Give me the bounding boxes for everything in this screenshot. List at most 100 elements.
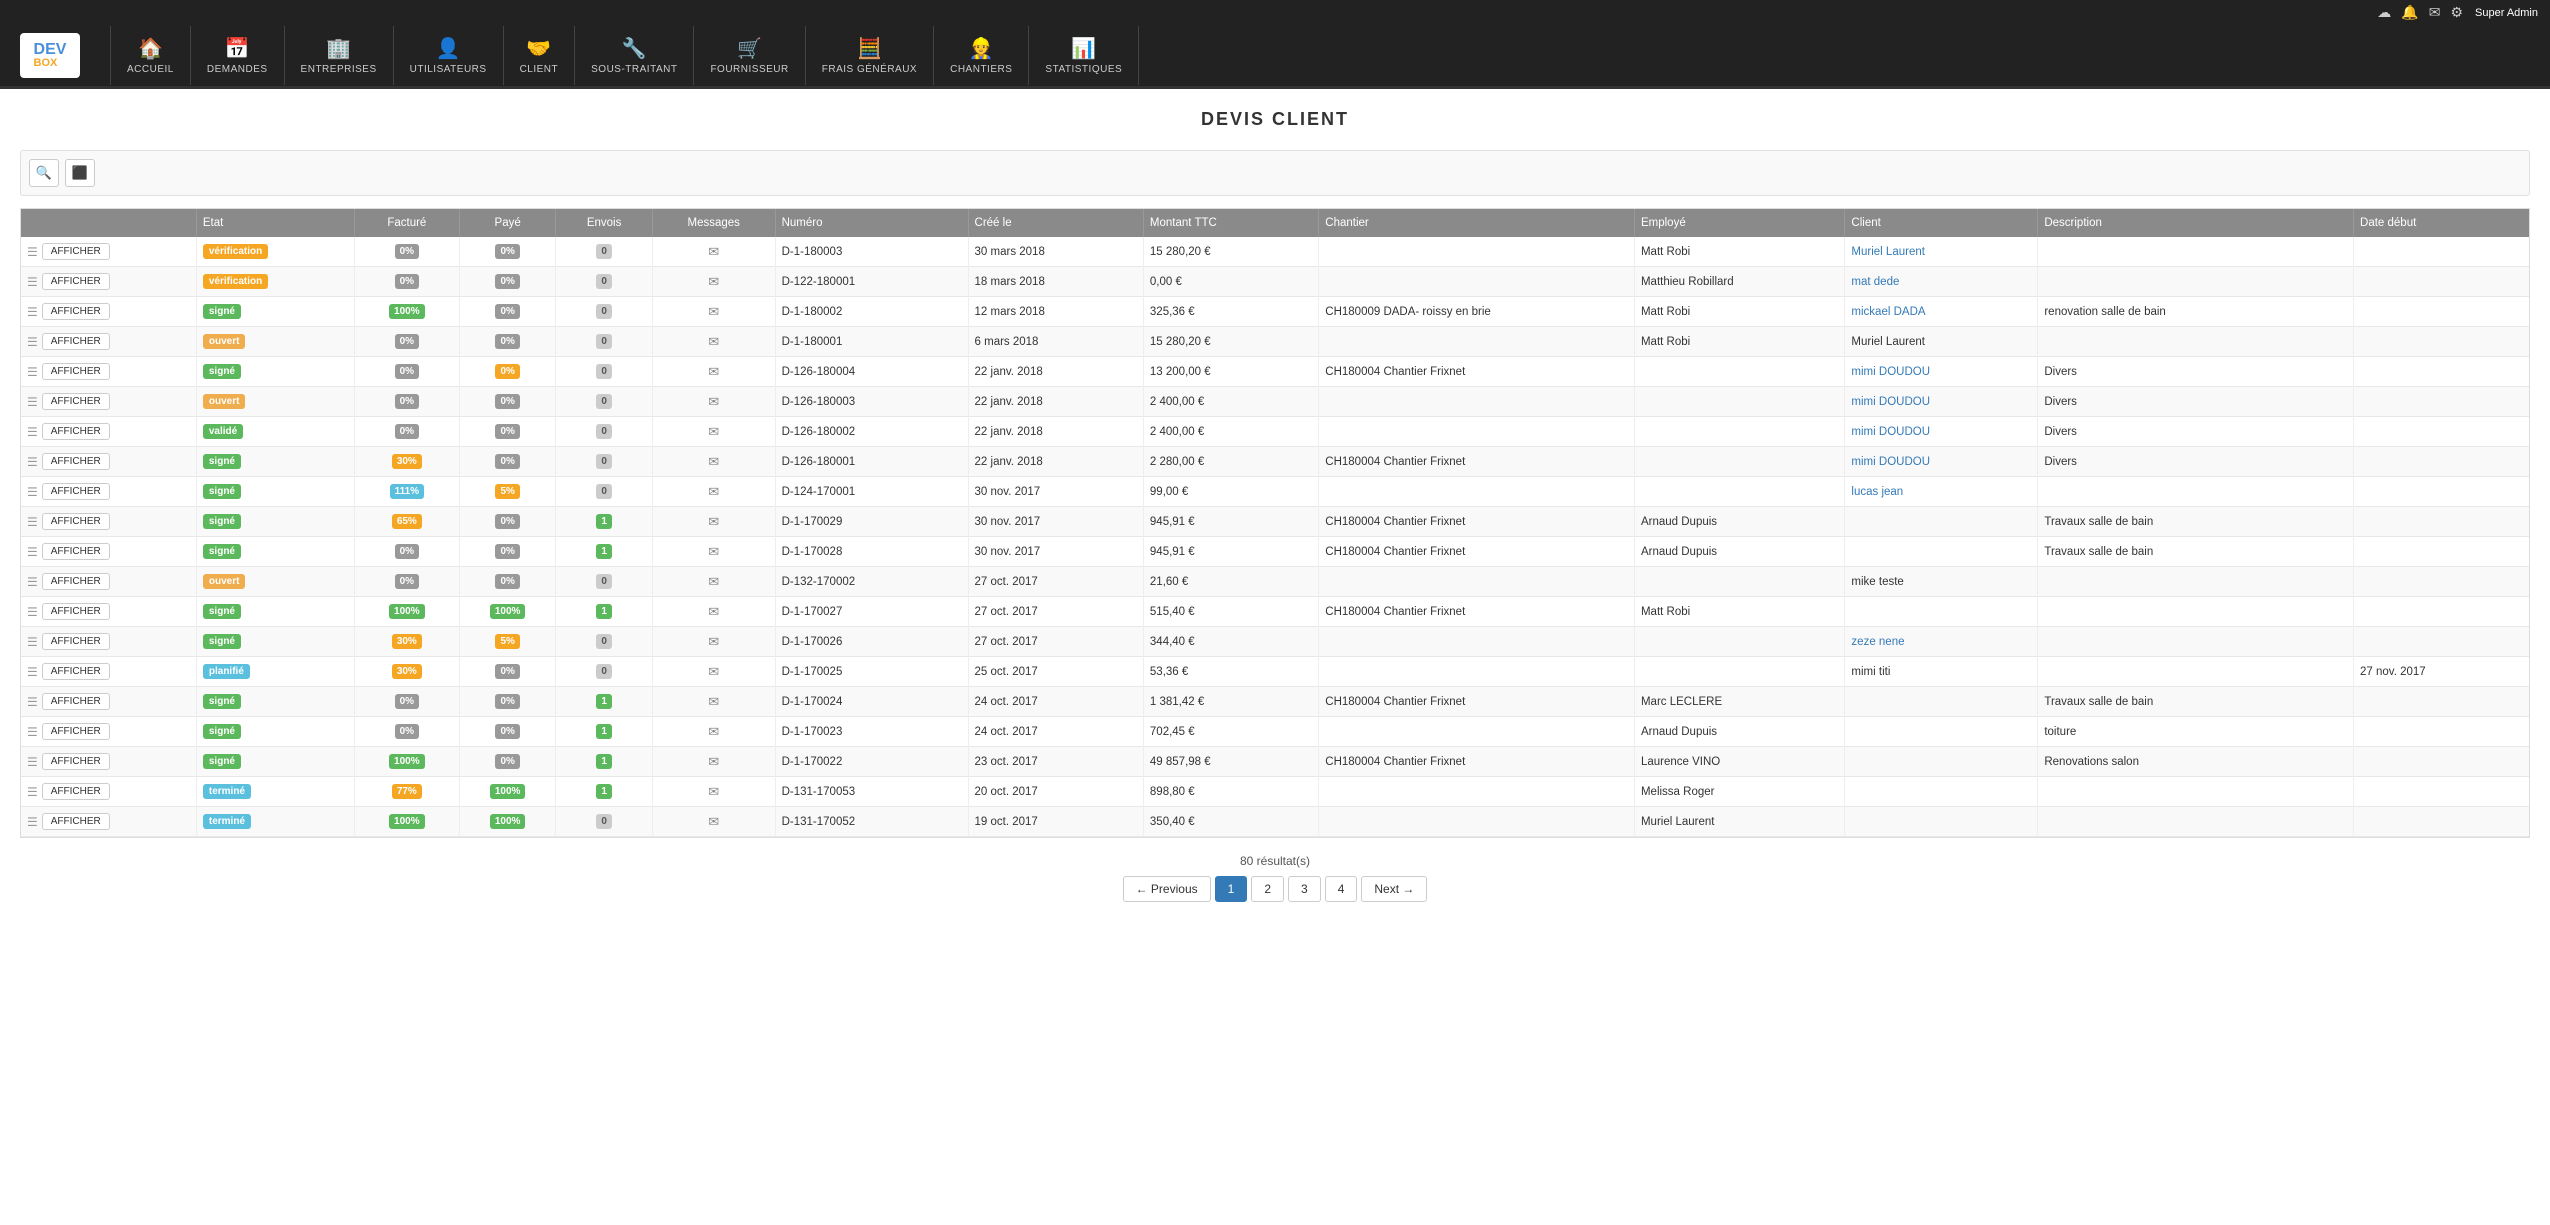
row-menu-icon[interactable]: ☰ (27, 785, 38, 799)
row-menu-icon[interactable]: ☰ (27, 455, 38, 469)
message-icon[interactable]: ✉ (708, 784, 719, 799)
afficher-button[interactable]: AFFICHER (42, 573, 110, 590)
chantier-cell: CH180004 Chantier Frixnet (1319, 597, 1635, 627)
afficher-button[interactable]: AFFICHER (42, 513, 110, 530)
nav-item-frais-generaux[interactable]: 🧮 FRAIS GÉNÉRAUX (806, 26, 934, 85)
afficher-button[interactable]: AFFICHER (42, 543, 110, 560)
row-menu-icon[interactable]: ☰ (27, 665, 38, 679)
client-link[interactable]: mimi DOUDOU (1851, 396, 1930, 408)
nav-item-demandes[interactable]: 📅 DEMANDES (191, 26, 285, 85)
envois-badge: 0 (596, 274, 612, 289)
date-debut-cell (2354, 507, 2529, 537)
row-menu-icon[interactable]: ☰ (27, 755, 38, 769)
client-link[interactable]: mimi DOUDOU (1851, 426, 1930, 438)
row-menu-icon[interactable]: ☰ (27, 425, 38, 439)
row-menu-icon[interactable]: ☰ (27, 815, 38, 829)
row-menu-icon[interactable]: ☰ (27, 395, 38, 409)
row-menu-icon[interactable]: ☰ (27, 485, 38, 499)
row-menu-icon[interactable]: ☰ (27, 365, 38, 379)
cree-cell: 30 mars 2018 (968, 237, 1143, 267)
row-menu-icon[interactable]: ☰ (27, 335, 38, 349)
row-menu-icon[interactable]: ☰ (27, 575, 38, 589)
client-link[interactable]: lucas jean (1851, 486, 1903, 498)
paye-badge: 0% (495, 304, 519, 319)
message-icon[interactable]: ✉ (708, 604, 719, 619)
nav-item-fournisseur[interactable]: 🛒 FOURNISSEUR (694, 26, 805, 85)
afficher-button[interactable]: AFFICHER (42, 423, 110, 440)
afficher-button[interactable]: AFFICHER (42, 483, 110, 500)
row-menu-icon[interactable]: ☰ (27, 275, 38, 289)
row-menu-icon[interactable]: ☰ (27, 245, 38, 259)
message-icon[interactable]: ✉ (708, 454, 719, 469)
message-icon[interactable]: ✉ (708, 334, 719, 349)
message-icon[interactable]: ✉ (708, 364, 719, 379)
message-icon[interactable]: ✉ (708, 574, 719, 589)
table-row: ☰ AFFICHER signé0%0%1✉D-1-17002324 oct. … (21, 717, 2529, 747)
afficher-button[interactable]: AFFICHER (42, 303, 110, 320)
nav-item-entreprises[interactable]: 🏢 ENTREPRISES (285, 26, 394, 85)
message-icon[interactable]: ✉ (708, 754, 719, 769)
afficher-button[interactable]: AFFICHER (42, 363, 110, 380)
afficher-button[interactable]: AFFICHER (42, 813, 110, 830)
row-menu-icon[interactable]: ☰ (27, 545, 38, 559)
afficher-button[interactable]: AFFICHER (42, 243, 110, 260)
client-link[interactable]: Muriel Laurent (1851, 246, 1925, 258)
mail-icon[interactable]: ✉ (2429, 4, 2441, 21)
gear-icon[interactable]: ⚙ (2450, 4, 2463, 21)
message-icon[interactable]: ✉ (708, 664, 719, 679)
message-icon[interactable]: ✉ (708, 244, 719, 259)
row-menu-icon[interactable]: ☰ (27, 605, 38, 619)
nav-item-utilisateurs[interactable]: 👤 UTILISATEURS (394, 26, 504, 85)
client-link[interactable]: mickael DADA (1851, 306, 1925, 318)
search-button[interactable]: 🔍 (29, 159, 59, 187)
date-debut-cell (2354, 777, 2529, 807)
pagination-prev[interactable]: ← Previous (1123, 876, 1211, 902)
afficher-button[interactable]: AFFICHER (42, 273, 110, 290)
client-link[interactable]: mimi DOUDOU (1851, 456, 1930, 468)
pagination-next[interactable]: Next → (1361, 876, 1427, 902)
message-icon[interactable]: ✉ (708, 544, 719, 559)
pagination-page-2[interactable]: 2 (1251, 876, 1284, 902)
afficher-button[interactable]: AFFICHER (42, 783, 110, 800)
bell-icon[interactable]: 🔔 (2401, 4, 2418, 21)
afficher-button[interactable]: AFFICHER (42, 333, 110, 350)
afficher-button[interactable]: AFFICHER (42, 723, 110, 740)
nav-item-client[interactable]: 🤝 CLIENT (504, 26, 576, 85)
message-icon[interactable]: ✉ (708, 484, 719, 499)
pagination-page-3[interactable]: 3 (1288, 876, 1321, 902)
paye-badge: 0% (495, 574, 519, 589)
message-icon[interactable]: ✉ (708, 424, 719, 439)
client-link[interactable]: mat dede (1851, 276, 1899, 288)
filter-button[interactable]: ⬛ (65, 159, 95, 187)
row-menu-icon[interactable]: ☰ (27, 305, 38, 319)
pagination-page-4[interactable]: 4 (1325, 876, 1358, 902)
afficher-button[interactable]: AFFICHER (42, 393, 110, 410)
message-icon[interactable]: ✉ (708, 394, 719, 409)
afficher-button[interactable]: AFFICHER (42, 453, 110, 470)
message-icon[interactable]: ✉ (708, 724, 719, 739)
message-icon[interactable]: ✉ (708, 814, 719, 829)
row-menu-icon[interactable]: ☰ (27, 725, 38, 739)
nav-item-chantiers[interactable]: 👷 CHANTIERS (934, 26, 1029, 85)
message-icon[interactable]: ✉ (708, 274, 719, 289)
nav-item-sous-traitant[interactable]: 🔧 SOUS-TRAITANT (575, 26, 694, 85)
row-menu-icon[interactable]: ☰ (27, 515, 38, 529)
nav-item-accueil[interactable]: 🏠 ACCUEIL (110, 26, 191, 85)
message-icon[interactable]: ✉ (708, 304, 719, 319)
nav-item-statistiques[interactable]: 📊 STATISTIQUES (1029, 26, 1139, 85)
afficher-button[interactable]: AFFICHER (42, 663, 110, 680)
afficher-button[interactable]: AFFICHER (42, 633, 110, 650)
pagination-page-1[interactable]: 1 (1215, 876, 1248, 902)
cloud-icon[interactable]: ☁ (2377, 4, 2391, 21)
message-icon[interactable]: ✉ (708, 694, 719, 709)
afficher-button[interactable]: AFFICHER (42, 753, 110, 770)
row-menu-icon[interactable]: ☰ (27, 695, 38, 709)
row-menu-icon[interactable]: ☰ (27, 635, 38, 649)
afficher-button[interactable]: AFFICHER (42, 603, 110, 620)
message-icon[interactable]: ✉ (708, 514, 719, 529)
afficher-button[interactable]: AFFICHER (42, 693, 110, 710)
nav-logo[interactable]: DEV BOX (20, 25, 80, 86)
message-icon[interactable]: ✉ (708, 634, 719, 649)
client-link[interactable]: zeze nene (1851, 636, 1904, 648)
client-link[interactable]: mimi DOUDOU (1851, 366, 1930, 378)
